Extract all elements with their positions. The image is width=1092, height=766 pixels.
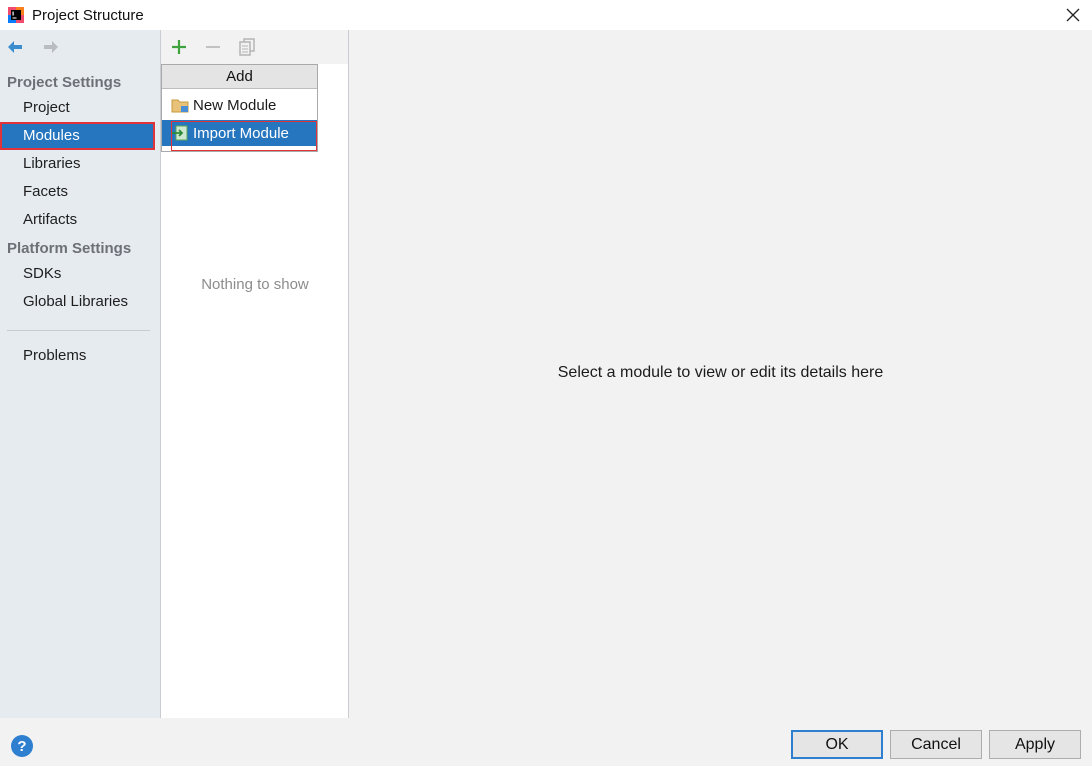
details-placeholder-message: Select a module to view or edit its deta… [557, 364, 884, 381]
back-arrow-icon[interactable] [6, 38, 24, 56]
history-navigation [6, 38, 60, 56]
sidebar-item-libraries[interactable]: Libraries [0, 150, 155, 178]
menu-item-import-module[interactable]: Import Module [162, 120, 317, 151]
sidebar-item-facets[interactable]: Facets [0, 178, 155, 206]
copy-icon [239, 38, 255, 56]
sidebar-item-sdks[interactable]: SDKs [0, 260, 155, 288]
sidebar-item-global-libraries[interactable]: Global Libraries [0, 288, 155, 316]
module-details-panel: Select a module to view or edit its deta… [349, 30, 1092, 718]
window-title: Project Structure [32, 6, 144, 24]
sidebar-item-project[interactable]: Project [0, 94, 155, 122]
add-popup-menu: Add New Module Import Module [161, 64, 318, 152]
cancel-button[interactable]: Cancel [890, 730, 982, 759]
remove-button[interactable] [203, 37, 223, 57]
popup-title: Add [162, 65, 317, 89]
minus-icon [206, 46, 220, 48]
close-icon [1066, 8, 1080, 22]
add-button[interactable] [169, 37, 189, 57]
menu-item-label: Import Module [193, 124, 289, 142]
sidebar-item-artifacts[interactable]: Artifacts [0, 206, 155, 234]
menu-item-label: New Module [193, 96, 277, 114]
sidebar-item-modules[interactable]: Modules [0, 122, 155, 150]
title-bar: Project Structure [0, 0, 1092, 30]
dialog-footer: ? OK Cancel Apply [0, 718, 1092, 766]
sidebar-divider [7, 330, 150, 331]
folder-module-icon [171, 99, 189, 113]
apply-button[interactable]: Apply [989, 730, 1081, 759]
section-header-platform-settings: Platform Settings [7, 240, 132, 257]
forward-arrow-icon[interactable] [42, 38, 60, 56]
import-module-icon [172, 125, 188, 141]
ok-button[interactable]: OK [791, 730, 883, 759]
plus-icon [172, 40, 186, 54]
project-structure-sidebar: Project Settings Project Modules Librari… [0, 30, 161, 718]
modules-toolbar [161, 30, 348, 64]
copy-button[interactable] [237, 37, 257, 57]
empty-list-message: Nothing to show [201, 276, 309, 293]
intellij-app-icon [8, 7, 24, 23]
help-icon[interactable]: ? [11, 735, 33, 757]
close-window-button[interactable] [1060, 2, 1086, 28]
menu-item-new-module[interactable]: New Module [162, 92, 317, 118]
sidebar-item-problems[interactable]: Problems [0, 342, 155, 370]
section-header-project-settings: Project Settings [7, 74, 122, 91]
